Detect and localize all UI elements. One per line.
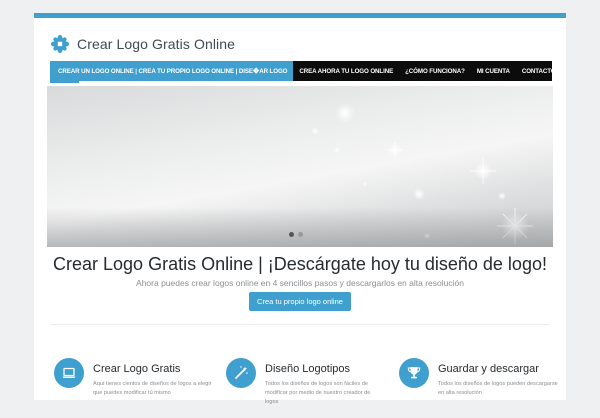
feature-description: Todos los diseños de logos son fáciles d…: [265, 381, 371, 405]
slider-dot-2[interactable]: [298, 232, 303, 237]
feature-title: Crear Logo Gratis: [93, 363, 181, 375]
feature-save-download: Guardar y descargar Todos los diseños de…: [399, 358, 569, 418]
slider-shadow: [47, 207, 553, 247]
trophy-icon: [407, 367, 421, 379]
hero-slider[interactable]: [47, 86, 553, 247]
flower-logo-icon: [50, 34, 70, 54]
feature-description: Todos los diseños de logos pueden descar…: [438, 381, 558, 396]
slider-dot-1[interactable]: [289, 232, 294, 237]
nav-item-how-it-works[interactable]: ¿Cómo funciona?: [399, 61, 471, 81]
slider-pagination: [289, 232, 303, 237]
nav-item-create-logo[interactable]: Crea ahora tu logo online: [293, 61, 399, 81]
nav-item-home[interactable]: Crear un logo online | Crea tu propio lo…: [50, 61, 294, 81]
hero-subtitle: Ahora puedes crear logos online en 4 sen…: [136, 278, 464, 288]
feature-icon-circle: [54, 358, 84, 388]
feature-logo-design: Diseño Logotipos Todos los diseños de lo…: [226, 358, 396, 418]
feature-create-logo: Crear Logo Gratis Aquí tienes cientos de…: [54, 358, 224, 418]
nav-item-contact[interactable]: Contacto: [516, 61, 562, 81]
nav-item-my-account[interactable]: Mi cuenta: [471, 61, 516, 81]
main-nav: Crear un logo online | Crea tu propio lo…: [50, 61, 556, 81]
feature-title: Guardar y descargar: [438, 363, 539, 375]
logo-text: Crear Logo Gratis Online: [77, 36, 236, 52]
feature-description: Aquí tienes cientos de diseños de logos …: [93, 381, 212, 396]
magic-wand-icon: [235, 366, 248, 379]
section-divider: [50, 324, 550, 325]
create-logo-button[interactable]: Crea tu propio logo online: [249, 292, 351, 311]
page-container: Crear Logo Gratis Online Crear un logo o…: [34, 13, 566, 405]
feature-icon-circle: [399, 358, 429, 388]
feature-icon-circle: [226, 358, 256, 388]
hero-title: Crear Logo Gratis Online | ¡Descárgate h…: [53, 254, 547, 274]
nav-active-underline: [50, 81, 79, 83]
site-logo[interactable]: Crear Logo Gratis Online: [50, 32, 235, 56]
laptop-icon: [62, 367, 76, 378]
feature-title: Diseño Logotipos: [265, 363, 351, 375]
